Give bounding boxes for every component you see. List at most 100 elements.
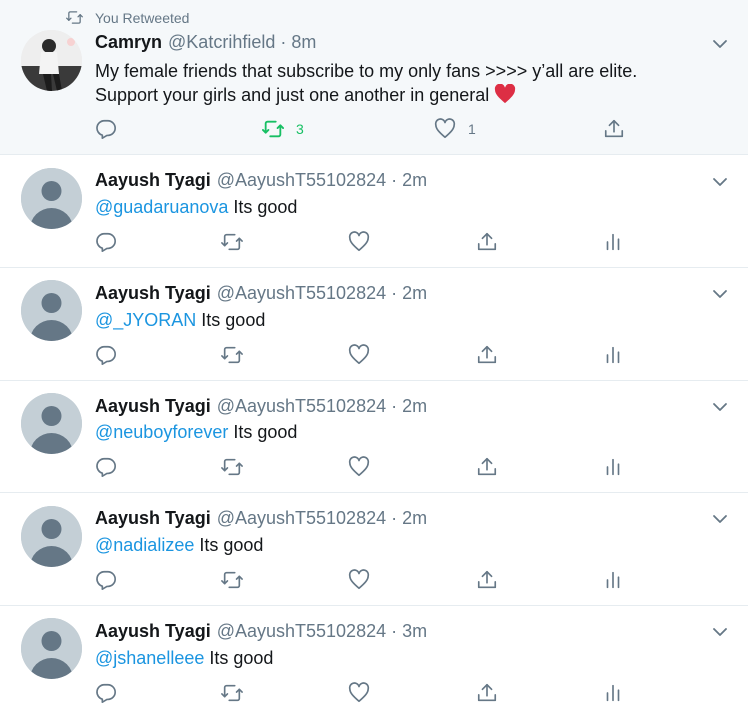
reply-icon xyxy=(96,345,116,365)
author-name[interactable]: Aayush Tyagi xyxy=(95,508,211,529)
like-button[interactable] xyxy=(348,456,370,478)
share-icon xyxy=(477,232,497,251)
author-name[interactable]: Camryn xyxy=(95,32,162,53)
analytics-icon xyxy=(606,571,620,589)
author-handle[interactable]: @AayushT55102824 xyxy=(217,170,386,191)
share-button[interactable] xyxy=(476,569,498,591)
author-handle[interactable]: @Katcrihfield xyxy=(168,32,275,53)
like-button[interactable] xyxy=(348,344,370,366)
separator: · xyxy=(391,621,398,641)
reply-button[interactable] xyxy=(95,344,117,366)
chevron-down-icon[interactable] xyxy=(712,286,728,302)
analytics-button[interactable] xyxy=(602,456,624,478)
author-name[interactable]: Aayush Tyagi xyxy=(95,621,211,642)
like-button[interactable]: 1 xyxy=(434,118,476,140)
analytics-icon xyxy=(606,458,620,476)
tweet[interactable]: Aayush Tyagi @AayushT55102824 · 2m @guad… xyxy=(0,155,748,268)
tweet-time[interactable]: 3m xyxy=(402,621,427,642)
share-button[interactable] xyxy=(476,682,498,704)
retweet-button[interactable] xyxy=(221,231,243,253)
author-name[interactable]: Aayush Tyagi xyxy=(95,396,211,417)
retweet-button[interactable] xyxy=(221,682,243,704)
chevron-down-icon[interactable] xyxy=(712,36,728,52)
chevron-down-icon[interactable] xyxy=(712,624,728,640)
avatar[interactable] xyxy=(21,30,82,91)
analytics-icon xyxy=(606,233,620,251)
retweet-button[interactable] xyxy=(221,456,243,478)
tweet-time[interactable]: 2m xyxy=(402,283,427,304)
author-name[interactable]: Aayush Tyagi xyxy=(95,170,211,191)
tweet-actions xyxy=(0,456,748,480)
mention-link[interactable]: @guadaruanova xyxy=(95,197,228,217)
tweet-retweeted[interactable]: You Retweeted Camryn @Katcrihfield · 8m … xyxy=(0,0,748,155)
share-icon xyxy=(477,683,497,702)
mention-link[interactable]: @jshanelleee xyxy=(95,648,204,668)
share-icon xyxy=(477,345,497,364)
analytics-button[interactable] xyxy=(602,682,624,704)
reply-button[interactable] xyxy=(95,569,117,591)
analytics-button[interactable] xyxy=(602,231,624,253)
tweet-text: @_JYORAN Its good xyxy=(95,308,265,332)
tweet-text: My female friends that subscribe to my o… xyxy=(95,59,637,107)
retweet-button[interactable]: 3 xyxy=(262,118,304,140)
author-handle[interactable]: @AayushT55102824 xyxy=(217,396,386,417)
analytics-icon xyxy=(606,684,620,702)
retweet-icon xyxy=(262,120,284,138)
tweet-header: Aayush Tyagi @AayushT55102824 · 2m xyxy=(95,396,427,417)
like-button[interactable] xyxy=(348,231,370,253)
author-name[interactable]: Aayush Tyagi xyxy=(95,283,211,304)
like-icon xyxy=(348,231,370,252)
like-icon xyxy=(348,569,370,590)
tweet-header: Aayush Tyagi @AayushT55102824 · 2m xyxy=(95,508,427,529)
retweet-button[interactable] xyxy=(221,344,243,366)
tweet-time[interactable]: 8m xyxy=(291,32,316,53)
reply-button[interactable] xyxy=(95,456,117,478)
tweet[interactable]: Aayush Tyagi @AayushT55102824 · 3m @jsha… xyxy=(0,606,748,719)
chevron-down-icon[interactable] xyxy=(712,399,728,415)
chevron-down-icon[interactable] xyxy=(712,174,728,190)
tweet-header: Aayush Tyagi @AayushT55102824 · 2m xyxy=(95,170,427,191)
author-handle[interactable]: @AayushT55102824 xyxy=(217,621,386,642)
tweet[interactable]: Aayush Tyagi @AayushT55102824 · 2m @_JYO… xyxy=(0,268,748,381)
default-avatar-icon xyxy=(21,393,82,454)
tweet-text-line: My female friends that subscribe to my o… xyxy=(95,61,638,81)
tweet-text: @guadaruanova Its good xyxy=(95,195,297,219)
mention-link[interactable]: @nadializee xyxy=(95,535,194,555)
tweet-actions: 3 1 xyxy=(0,118,748,142)
avatar[interactable] xyxy=(21,618,82,679)
author-handle[interactable]: @AayushT55102824 xyxy=(217,508,386,529)
chevron-down-icon[interactable] xyxy=(712,511,728,527)
reply-button[interactable] xyxy=(95,682,117,704)
mention-link[interactable]: @_JYORAN xyxy=(95,310,196,330)
like-icon xyxy=(348,682,370,703)
mention-link[interactable]: @neuboyforever xyxy=(95,422,228,442)
reply-button[interactable] xyxy=(95,118,117,140)
tweet-time[interactable]: 2m xyxy=(402,396,427,417)
avatar[interactable] xyxy=(21,393,82,454)
tweet-time[interactable]: 2m xyxy=(402,170,427,191)
share-button[interactable] xyxy=(476,344,498,366)
analytics-icon xyxy=(606,346,620,364)
share-button[interactable] xyxy=(476,456,498,478)
retweet-button[interactable] xyxy=(221,569,243,591)
share-button[interactable] xyxy=(476,231,498,253)
tweet[interactable]: Aayush Tyagi @AayushT55102824 · 2m @nadi… xyxy=(0,493,748,606)
like-button[interactable] xyxy=(348,682,370,704)
avatar[interactable] xyxy=(21,506,82,567)
retweet-icon xyxy=(221,458,243,476)
retweet-icon xyxy=(221,571,243,589)
analytics-button[interactable] xyxy=(602,569,624,591)
reply-button[interactable] xyxy=(95,231,117,253)
author-handle[interactable]: @AayushT55102824 xyxy=(217,283,386,304)
tweet-body: Its good xyxy=(228,422,298,442)
tweet-text: @jshanelleee Its good xyxy=(95,646,273,670)
tweet[interactable]: Aayush Tyagi @AayushT55102824 · 2m @neub… xyxy=(0,381,748,493)
tweet-time[interactable]: 2m xyxy=(402,508,427,529)
like-button[interactable] xyxy=(348,569,370,591)
retweet-banner-label: You Retweeted xyxy=(95,9,190,26)
avatar[interactable] xyxy=(21,280,82,341)
tweet-actions xyxy=(0,231,748,255)
analytics-button[interactable] xyxy=(602,344,624,366)
avatar[interactable] xyxy=(21,168,82,229)
share-button[interactable] xyxy=(603,118,625,140)
